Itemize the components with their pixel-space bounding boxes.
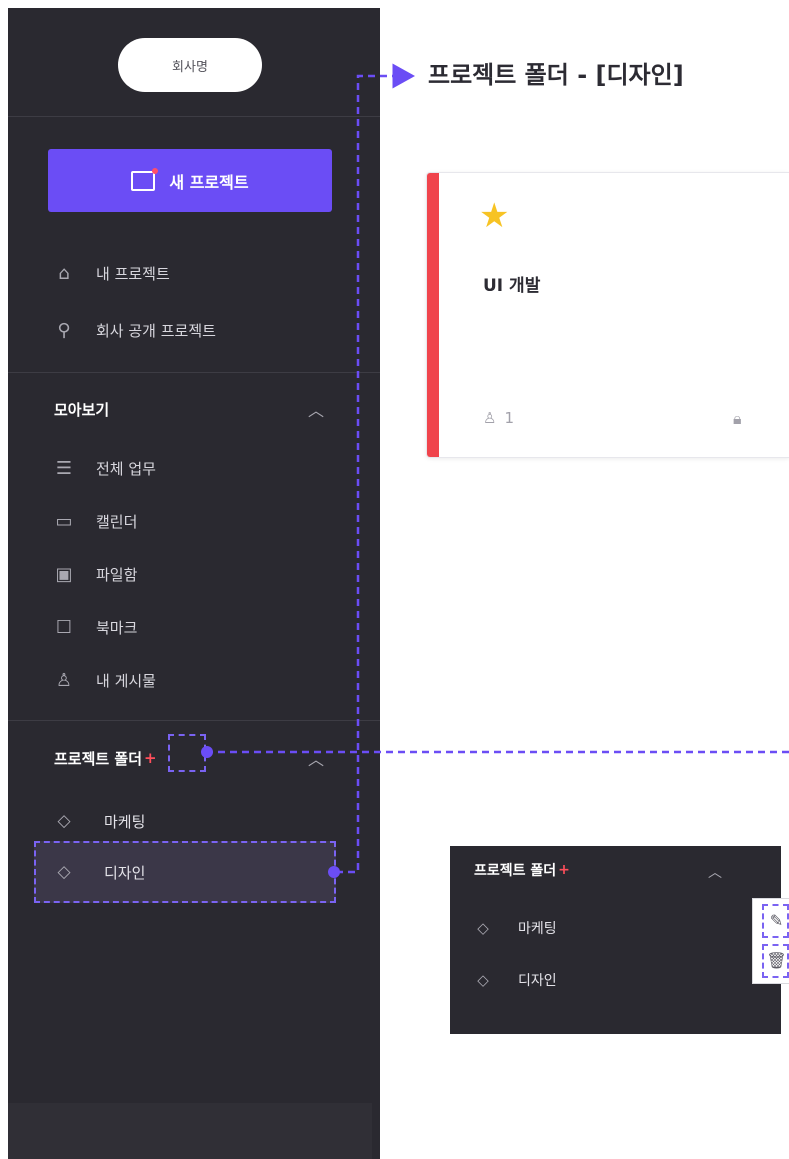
chevron-up-icon[interactable]: ︿	[306, 399, 326, 420]
divider	[8, 372, 380, 373]
nav-all-tasks[interactable]: ☰ 전체 업무	[54, 453, 156, 483]
divider	[8, 720, 380, 721]
page-title: 프로젝트 폴더 - [디자인]	[428, 61, 684, 89]
tag-icon: ◇	[477, 919, 489, 937]
popup-folder-design[interactable]: ◇ 디자인	[474, 970, 557, 990]
nav-files[interactable]: ▣ 파일함	[54, 559, 137, 589]
user-list-icon: ♙	[55, 669, 73, 691]
popup-folder-label: 디자인	[518, 973, 557, 989]
star-icon[interactable]: ★	[479, 199, 509, 233]
new-project-icon	[131, 167, 159, 191]
sidebar: 회사명 새 프로젝트 ⌂ 내 프로젝트 ⚲ 회사 공개 프로젝트 모아보기 ︿ …	[8, 8, 380, 1159]
popup-add-folder-button[interactable]: +	[558, 862, 570, 878]
highlight-edit-tool	[762, 904, 789, 938]
nav-bookmarks[interactable]: ☐ 북마크	[54, 612, 137, 642]
chevron-up-icon[interactable]: ︿	[708, 862, 722, 882]
collection-title: 모아보기	[54, 400, 110, 419]
highlight-add-folder	[168, 734, 206, 772]
nav-files-label: 파일함	[96, 565, 138, 584]
nav-calendar[interactable]: ▭ 캘린더	[54, 506, 137, 536]
new-project-button[interactable]: 새 프로젝트	[48, 149, 332, 212]
tag-icon: ◇	[477, 971, 489, 989]
nav-bookmarks-label: 북마크	[96, 618, 138, 637]
company-name-pill[interactable]: 회사명	[118, 38, 262, 92]
file-box-icon: ▣	[55, 563, 73, 585]
add-folder-button[interactable]: +	[144, 749, 157, 767]
home-icon: ⌂	[58, 262, 70, 284]
popup-title-text: 프로젝트 폴더	[474, 863, 557, 879]
nav-my-projects-label: 내 프로젝트	[96, 264, 170, 283]
card-members: ♙ 1	[483, 409, 514, 427]
company-name: 회사명	[172, 59, 208, 75]
project-card[interactable]: ★ UI 개발 ♙ 1 🔒︎	[426, 172, 789, 458]
chevron-up-icon[interactable]: ︿	[306, 748, 326, 769]
search-icon: ⚲	[57, 319, 71, 341]
page: 회사명 새 프로젝트 ⌂ 내 프로젝트 ⚲ 회사 공개 프로젝트 모아보기 ︿ …	[0, 0, 789, 1159]
nav-public-projects-label: 회사 공개 프로젝트	[96, 321, 216, 340]
popup-title: 프로젝트 폴더 +	[474, 860, 570, 880]
sidebar-footer	[8, 1103, 372, 1159]
folder-item-marketing[interactable]: ◇ 마케팅	[54, 806, 145, 836]
popup-folder-marketing[interactable]: ◇ 마케팅	[474, 918, 557, 938]
folder-popup: 프로젝트 폴더 + ︿ ◇ 마케팅 ◇ 디자인	[450, 846, 781, 1034]
folders-title-text: 프로젝트 폴더	[54, 749, 143, 768]
card-title: UI 개발	[483, 276, 541, 296]
calendar-icon: ▭	[55, 510, 73, 532]
divider	[8, 116, 380, 117]
bookmark-icon: ☐	[55, 616, 73, 638]
nav-public-projects[interactable]: ⚲ 회사 공개 프로젝트	[54, 315, 216, 345]
member-count: 1	[504, 409, 514, 427]
tag-icon: ◇	[57, 811, 71, 831]
highlight-selected-folder	[34, 841, 336, 903]
list-icon: ☰	[55, 457, 73, 479]
folders-title: 프로젝트 폴더 +	[54, 743, 157, 773]
nav-calendar-label: 캘린더	[96, 512, 138, 531]
nav-all-tasks-label: 전체 업무	[96, 459, 156, 478]
lock-icon: 🔒︎	[733, 409, 742, 428]
highlight-delete-tool	[762, 944, 789, 978]
member-icon: ♙	[483, 409, 497, 427]
nav-my-posts-label: 내 게시물	[96, 671, 156, 690]
new-project-label: 새 프로젝트	[169, 172, 249, 192]
popup-folder-label: 마케팅	[518, 921, 557, 937]
nav-my-projects[interactable]: ⌂ 내 프로젝트	[54, 258, 170, 288]
folder-item-label: 마케팅	[104, 812, 146, 831]
card-color-bar	[427, 173, 439, 457]
nav-my-posts[interactable]: ♙ 내 게시물	[54, 665, 156, 695]
